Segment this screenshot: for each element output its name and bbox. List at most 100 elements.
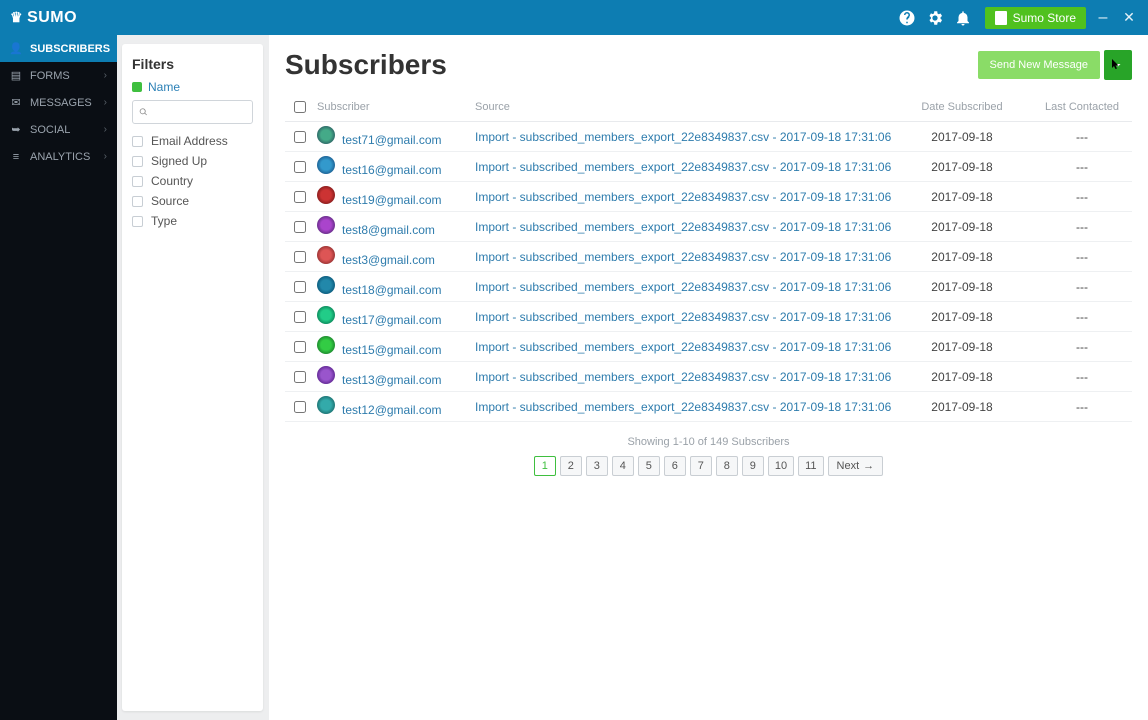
col-date: Date Subscribed bbox=[892, 101, 1032, 113]
row-checkbox[interactable] bbox=[294, 311, 306, 323]
row-checkbox[interactable] bbox=[294, 161, 306, 173]
filter-option-type[interactable]: Type bbox=[132, 214, 253, 228]
sidebar-item-messages[interactable]: ✉MESSAGES › bbox=[0, 89, 117, 116]
date-subscribed: 2017-09-18 bbox=[892, 190, 1032, 204]
table-row[interactable]: test13@gmail.com Import - subscribed_memb… bbox=[285, 362, 1132, 392]
page-5[interactable]: 5 bbox=[638, 456, 660, 476]
subscriber-email[interactable]: test8@gmail.com bbox=[342, 223, 435, 237]
filter-option-email[interactable]: Email Address bbox=[132, 134, 253, 148]
page-7[interactable]: 7 bbox=[690, 456, 712, 476]
graph-icon: ≡ bbox=[10, 151, 22, 163]
sidebar: 👤SUBSCRIBERS ▤FORMS › ✉MESSAGES › ➥SOCIA… bbox=[0, 35, 117, 720]
sidebar-item-subscribers[interactable]: 👤SUBSCRIBERS bbox=[0, 35, 117, 62]
table-row[interactable]: test19@gmail.com Import - subscribed_memb… bbox=[285, 182, 1132, 212]
source-link[interactable]: Import - subscribed_members_export_22e83… bbox=[475, 220, 891, 234]
row-checkbox[interactable] bbox=[294, 191, 306, 203]
avatar bbox=[317, 336, 335, 354]
send-new-message-button[interactable]: Send New Message bbox=[978, 51, 1100, 79]
subscriber-email[interactable]: test18@gmail.com bbox=[342, 283, 442, 297]
table-row[interactable]: test12@gmail.com Import - subscribed_memb… bbox=[285, 392, 1132, 422]
page-2[interactable]: 2 bbox=[560, 456, 582, 476]
table-row[interactable]: test16@gmail.com Import - subscribed_memb… bbox=[285, 152, 1132, 182]
subscriber-email[interactable]: test15@gmail.com bbox=[342, 343, 442, 357]
avatar bbox=[317, 396, 335, 414]
checkbox-icon bbox=[132, 196, 143, 207]
filter-search-input[interactable] bbox=[152, 106, 246, 118]
table-row[interactable]: test3@gmail.com Import - subscribed_membe… bbox=[285, 242, 1132, 272]
gear-icon[interactable] bbox=[921, 4, 949, 32]
page-1[interactable]: 1 bbox=[534, 456, 556, 476]
page-9[interactable]: 9 bbox=[742, 456, 764, 476]
date-subscribed: 2017-09-18 bbox=[892, 220, 1032, 234]
page-10[interactable]: 10 bbox=[768, 456, 794, 476]
source-link[interactable]: Import - subscribed_members_export_22e83… bbox=[475, 160, 891, 174]
subscriber-email[interactable]: test13@gmail.com bbox=[342, 373, 442, 387]
date-subscribed: 2017-09-18 bbox=[892, 160, 1032, 174]
filter-option-source[interactable]: Source bbox=[132, 194, 253, 208]
main-header: Subscribers Send New Message bbox=[285, 49, 1132, 81]
nav-label: SUBSCRIBERS bbox=[30, 43, 110, 55]
subscriber-email[interactable]: test3@gmail.com bbox=[342, 253, 435, 267]
filter-option-signedup[interactable]: Signed Up bbox=[132, 154, 253, 168]
page-next[interactable]: Next→ bbox=[828, 456, 884, 476]
table-row[interactable]: test17@gmail.com Import - subscribed_memb… bbox=[285, 302, 1132, 332]
source-link[interactable]: Import - subscribed_members_export_22e83… bbox=[475, 190, 891, 204]
subscriber-email[interactable]: test16@gmail.com bbox=[342, 163, 442, 177]
source-link[interactable]: Import - subscribed_members_export_22e83… bbox=[475, 280, 891, 294]
select-all-checkbox[interactable] bbox=[294, 101, 306, 113]
table-row[interactable]: test71@gmail.com Import - subscribed_memb… bbox=[285, 122, 1132, 152]
page-3[interactable]: 3 bbox=[586, 456, 608, 476]
page-4[interactable]: 4 bbox=[612, 456, 634, 476]
row-checkbox[interactable] bbox=[294, 401, 306, 413]
row-checkbox[interactable] bbox=[294, 371, 306, 383]
sidebar-item-social[interactable]: ➥SOCIAL › bbox=[0, 116, 117, 143]
page-11[interactable]: 11 bbox=[798, 456, 823, 476]
table-row[interactable]: test15@gmail.com Import - subscribed_memb… bbox=[285, 332, 1132, 362]
col-subscriber: Subscriber bbox=[315, 101, 475, 113]
page-6[interactable]: 6 bbox=[664, 456, 686, 476]
source-link[interactable]: Import - subscribed_members_export_22e83… bbox=[475, 340, 891, 354]
avatar bbox=[317, 306, 335, 324]
source-link[interactable]: Import - subscribed_members_export_22e83… bbox=[475, 370, 891, 384]
source-link[interactable]: Import - subscribed_members_export_22e83… bbox=[475, 400, 891, 414]
filters-title: Filters bbox=[132, 56, 253, 72]
row-checkbox[interactable] bbox=[294, 341, 306, 353]
row-checkbox[interactable] bbox=[294, 281, 306, 293]
nav-label: ANALYTICS bbox=[30, 151, 90, 163]
pagination: 1234567891011Next→ bbox=[285, 456, 1132, 476]
subscriber-email[interactable]: test71@gmail.com bbox=[342, 133, 442, 147]
subscriber-email[interactable]: test12@gmail.com bbox=[342, 403, 442, 417]
row-checkbox[interactable] bbox=[294, 251, 306, 263]
filter-option-country[interactable]: Country bbox=[132, 174, 253, 188]
sidebar-item-forms[interactable]: ▤FORMS › bbox=[0, 62, 117, 89]
subscriber-email[interactable]: test19@gmail.com bbox=[342, 193, 442, 207]
avatar bbox=[317, 276, 335, 294]
last-contacted: --- bbox=[1032, 250, 1132, 264]
table-row[interactable]: test18@gmail.com Import - subscribed_memb… bbox=[285, 272, 1132, 302]
source-link[interactable]: Import - subscribed_members_export_22e83… bbox=[475, 130, 891, 144]
brand-text: SUMO bbox=[27, 9, 77, 27]
bell-icon[interactable] bbox=[949, 4, 977, 32]
export-dropdown-button[interactable] bbox=[1104, 50, 1132, 80]
subscriber-email[interactable]: test17@gmail.com bbox=[342, 313, 442, 327]
chevron-down-icon bbox=[1112, 59, 1124, 71]
filter-search[interactable] bbox=[132, 100, 253, 124]
sidebar-item-analytics[interactable]: ≡ANALYTICS › bbox=[0, 143, 117, 170]
filter-name[interactable]: Name bbox=[132, 80, 253, 94]
minimize-icon[interactable]: – bbox=[1094, 9, 1112, 27]
sumo-store-button[interactable]: Sumo Store bbox=[985, 7, 1086, 29]
last-contacted: --- bbox=[1032, 280, 1132, 294]
last-contacted: --- bbox=[1032, 190, 1132, 204]
next-label: Next bbox=[837, 460, 860, 472]
help-icon[interactable] bbox=[893, 4, 921, 32]
table-row[interactable]: test8@gmail.com Import - subscribed_membe… bbox=[285, 212, 1132, 242]
page-8[interactable]: 8 bbox=[716, 456, 738, 476]
row-checkbox[interactable] bbox=[294, 131, 306, 143]
showing-text: Showing 1-10 of 149 Subscribers bbox=[285, 436, 1132, 448]
close-icon[interactable]: ✕ bbox=[1120, 9, 1138, 26]
row-checkbox[interactable] bbox=[294, 221, 306, 233]
source-link[interactable]: Import - subscribed_members_export_22e83… bbox=[475, 250, 891, 264]
source-link[interactable]: Import - subscribed_members_export_22e83… bbox=[475, 310, 891, 324]
doc-icon: ▤ bbox=[10, 69, 22, 82]
checkbox-icon bbox=[132, 216, 143, 227]
